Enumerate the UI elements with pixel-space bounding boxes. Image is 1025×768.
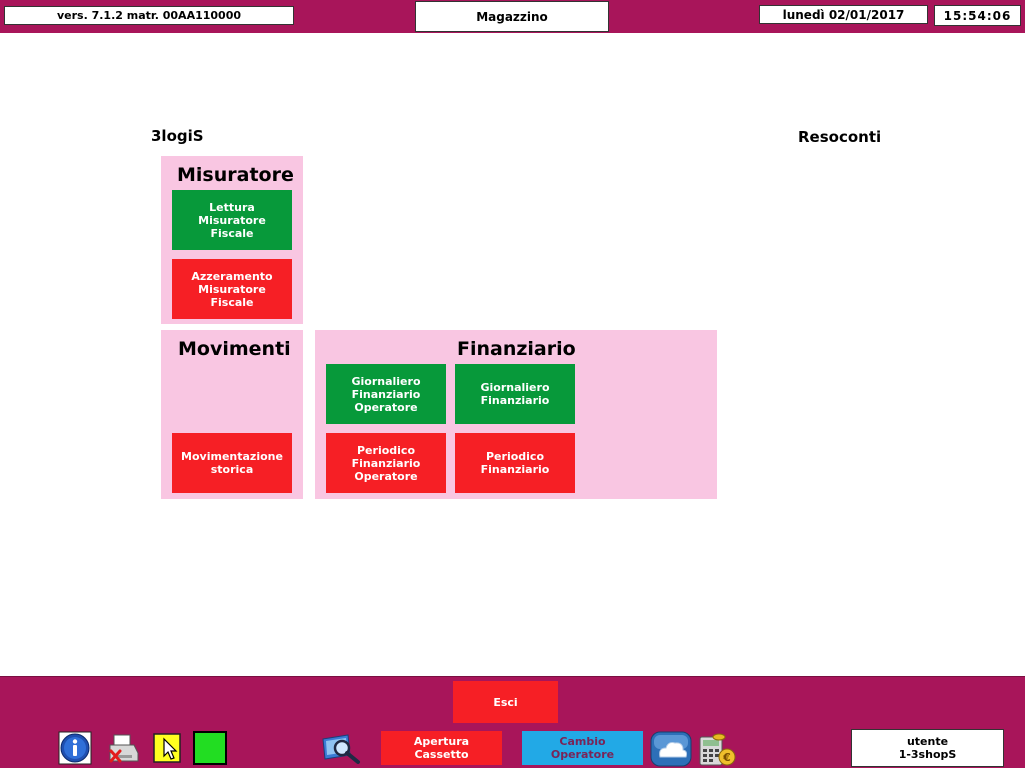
cursor-icon[interactable] <box>151 731 185 765</box>
panel-title-finanziario: Finanziario <box>457 338 576 360</box>
calculator-euro-icon[interactable]: € <box>697 731 737 766</box>
exit-button[interactable]: Esci <box>453 681 558 723</box>
periodico-finanziario-button[interactable]: Periodico Finanziario <box>455 433 575 493</box>
cloud-icon[interactable] <box>650 731 692 767</box>
printer-cancel-icon[interactable] <box>106 731 140 765</box>
svg-text:€: € <box>722 751 731 764</box>
time-display: 15:54:06 <box>934 5 1021 26</box>
movimentazione-storica-button[interactable]: Movimentazione storica <box>172 433 292 493</box>
module-title: Magazzino <box>415 1 609 32</box>
lettura-misuratore-button[interactable]: Lettura Misuratore Fiscale <box>172 190 292 250</box>
apertura-cassetto-button[interactable]: Apertura Cassetto <box>381 731 502 765</box>
version-label: vers. 7.1.2 matr. 00AA110000 <box>4 6 294 25</box>
search-icon[interactable] <box>320 731 362 765</box>
status-square-icon[interactable] <box>193 731 227 765</box>
cambio-operatore-button[interactable]: Cambio Operatore <box>522 731 643 765</box>
brand-label: 3logiS <box>151 127 204 145</box>
giornaliero-finanziario-button[interactable]: Giornaliero Finanziario <box>455 364 575 424</box>
periodico-finanziario-operatore-button[interactable]: Periodico Finanziario Operatore <box>326 433 446 493</box>
user-info: utente 1-3shopS <box>851 729 1004 767</box>
panel-title-misuratore: Misuratore <box>177 164 294 186</box>
date-display: lunedì 02/01/2017 <box>759 5 928 24</box>
info-icon[interactable] <box>58 731 92 765</box>
azzeramento-misuratore-button[interactable]: Azzeramento Misuratore Fiscale <box>172 259 292 319</box>
section-title: Resoconti <box>798 128 882 146</box>
panel-title-movimenti: Movimenti <box>178 338 291 360</box>
giornaliero-finanziario-operatore-button[interactable]: Giornaliero Finanziario Operatore <box>326 364 446 424</box>
